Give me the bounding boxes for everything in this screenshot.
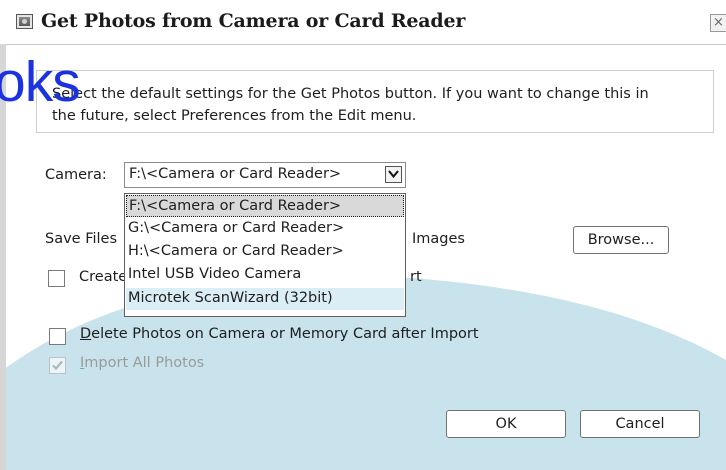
close-icon[interactable]: × [710,14,726,32]
dropdown-option[interactable]: F:\<Camera or Card Reader> [126,195,404,217]
import-all-checkbox[interactable] [49,357,66,374]
ok-button[interactable]: OK [446,410,566,438]
import-all-label: Import All Photos [80,355,204,371]
delete-photos-label[interactable]: Delete Photos on Camera or Memory Card a… [80,326,479,342]
get-photos-dialog: Get Photos from Camera or Card Reader × … [0,0,726,470]
camera-dropdown-list[interactable]: F:\<Camera or Card Reader> G:\<Camera or… [124,193,406,317]
checkmark-icon [52,360,63,371]
chevron-down-icon[interactable] [385,166,402,183]
cancel-button[interactable]: Cancel [580,410,700,438]
app-icon [16,14,33,29]
save-files-trailing-text: Images [412,231,465,247]
camera-label: Camera: [45,167,107,183]
create-option-label-end: rt [410,269,422,285]
browse-button[interactable]: Browse... [573,226,669,254]
create-option-label-start: Create [79,269,128,285]
dialog-title: Get Photos from Camera or Card Reader [41,10,466,32]
delete-photos-checkbox[interactable] [49,328,66,345]
delete-photos-label-rest: elete Photos on Camera or Memory Card af… [91,326,479,342]
create-checkbox[interactable] [48,270,65,287]
dropdown-option[interactable]: Intel USB Video Camera [126,264,404,286]
info-line-1: Select the default settings for the Get … [52,86,649,102]
title-bar: Get Photos from Camera or Card Reader × [0,0,726,45]
watermark-text: oks [0,50,81,114]
camera-select-value: F:\<Camera or Card Reader> [129,166,342,182]
info-line-2: the future, select Preferences from the … [52,108,417,124]
import-all-label-rest: mport All Photos [84,355,205,371]
delete-photos-access-key: D [80,326,92,342]
camera-select[interactable]: F:\<Camera or Card Reader> [124,162,406,188]
dropdown-option[interactable]: G:\<Camera or Card Reader> [126,218,404,240]
dropdown-option[interactable]: H:\<Camera or Card Reader> [126,241,404,263]
dropdown-option[interactable]: Microtek ScanWizard (32bit) [126,288,404,310]
info-text: Select the default settings for the Get … [52,83,712,127]
save-files-label: Save Files [45,231,118,247]
